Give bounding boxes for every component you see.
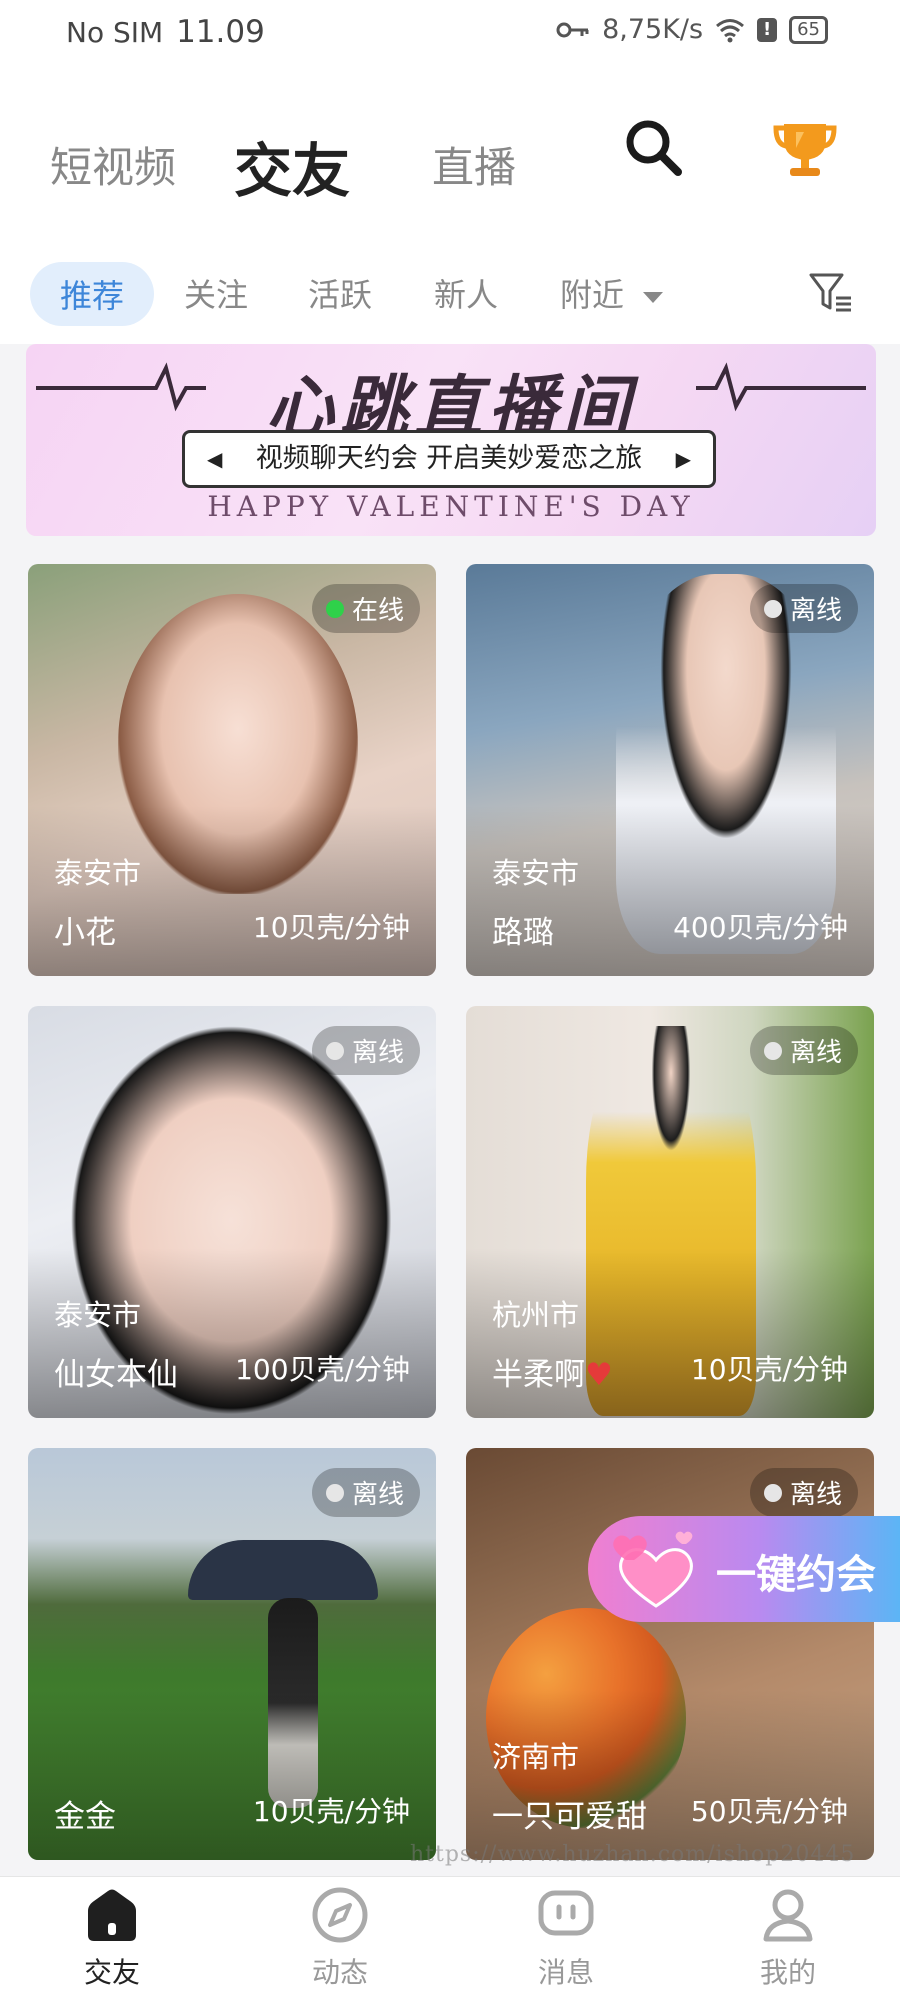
umbrella-photo	[188, 1540, 378, 1600]
nav-label: 动态	[311, 1956, 368, 1989]
top-header: 短视频 交友 直播 推荐 关注 活跃 新人 附近	[0, 64, 900, 344]
user-card[interactable]: 离线 金金 10贝壳/分钟	[28, 1448, 436, 1860]
tab-live[interactable]: 直播	[432, 134, 516, 195]
subtab-nearby[interactable]: 附近	[560, 270, 664, 316]
status-dot-icon	[325, 599, 344, 618]
status-dot-icon	[325, 1041, 344, 1060]
tab-dating[interactable]: 交友	[234, 124, 350, 208]
card-city: 济南市	[492, 1740, 580, 1774]
triangle-left-icon: ◀	[207, 447, 223, 471]
chat-icon	[538, 1890, 594, 1936]
tab-short-video[interactable]: 短视频	[50, 134, 176, 195]
battery-icon: 65	[789, 15, 828, 44]
card-price: 10贝壳/分钟	[690, 1353, 848, 1386]
nav-item-messages[interactable]: 消息	[496, 1885, 636, 1991]
user-card[interactable]: 在线 泰安市 小花 10贝壳/分钟	[28, 564, 436, 976]
status-dot-icon	[763, 1041, 782, 1060]
offline-status-badge: 离线	[311, 1468, 420, 1517]
user-icon	[763, 1889, 813, 1942]
clock-text: 11.09	[176, 14, 265, 50]
alert-icon: !	[757, 17, 778, 42]
key-icon	[556, 22, 589, 37]
quick-date-label: 一键约会	[716, 1552, 876, 1598]
carrier-text: No SIM	[66, 16, 164, 49]
card-city: 杭州市	[492, 1298, 580, 1332]
card-name: 金金	[54, 1799, 116, 1835]
nav-item-dating[interactable]: 交友	[42, 1885, 182, 1991]
banner-subtitle: HAPPY VALENTINE'S DAY	[207, 490, 695, 523]
offline-status-badge: 离线	[749, 1468, 858, 1517]
search-icon[interactable]	[622, 116, 686, 180]
card-price: 50贝壳/分钟	[690, 1795, 848, 1828]
nav-label: 消息	[537, 1956, 594, 1989]
banner-pill: ◀ 视频聊天约会 开启美妙爱恋之旅 ▶	[182, 430, 716, 488]
home-icon	[88, 1889, 136, 1941]
heart-icon: ♥	[585, 1357, 613, 1393]
triangle-right-icon: ▶	[675, 447, 691, 471]
user-card[interactable]: 离线 泰安市 仙女本仙 100贝壳/分钟	[28, 1006, 436, 1418]
status-label: 离线	[789, 1480, 842, 1510]
status-label: 离线	[789, 1038, 842, 1068]
wifi-icon	[716, 18, 745, 42]
offline-status-badge: 离线	[749, 1026, 858, 1075]
card-price: 400贝壳/分钟	[673, 911, 848, 944]
nav-item-moments[interactable]: 动态	[270, 1885, 410, 1991]
bottom-navbar: 交友 动态 消息 我的	[0, 1876, 900, 2001]
card-name: 一只可爱甜	[492, 1799, 647, 1835]
user-card[interactable]: 离线 济南市 一只可爱甜 50贝壳/分钟	[466, 1448, 874, 1860]
user-card[interactable]: 离线 泰安市 路璐 400贝壳/分钟	[466, 564, 874, 976]
status-label: 离线	[789, 596, 842, 626]
card-name: 路璐	[492, 915, 554, 951]
card-name: 半柔啊♥	[492, 1349, 613, 1394]
network-speed: 8,75K/s	[602, 14, 704, 45]
filter-icon[interactable]	[808, 270, 854, 316]
compass-icon	[312, 1887, 368, 1943]
card-name-text: 半柔啊	[492, 1357, 585, 1393]
user-card[interactable]: 离线 杭州市 半柔啊♥ 10贝壳/分钟	[466, 1006, 874, 1418]
status-dot-icon	[325, 1483, 344, 1502]
status-bar: No SIM 11.09 8,75K/s ! 65	[0, 0, 900, 64]
trophy-icon[interactable]	[770, 114, 840, 184]
hearts-icon	[613, 1531, 693, 1608]
subtab-nearby-label: 附近	[560, 276, 625, 314]
card-city: 泰安市	[54, 1298, 142, 1332]
status-label: 离线	[351, 1038, 404, 1068]
nav-item-profile[interactable]: 我的	[718, 1885, 858, 1991]
offline-status-badge: 离线	[311, 1026, 420, 1075]
card-city: 泰安市	[492, 856, 580, 890]
caret-down-icon	[643, 292, 664, 303]
status-right: 8,75K/s ! 65	[556, 14, 828, 45]
status-left: No SIM 11.09	[66, 14, 265, 50]
nav-label: 我的	[759, 1956, 816, 1989]
subtab-recommend[interactable]: 推荐	[30, 262, 155, 326]
status-dot-icon	[763, 599, 782, 618]
status-dot-icon	[763, 1483, 782, 1502]
subtab-new[interactable]: 新人	[434, 270, 498, 316]
status-label: 离线	[351, 1480, 404, 1510]
card-name: 小花	[54, 915, 116, 951]
nav-label: 交友	[83, 1956, 140, 1989]
online-status-badge: 在线	[311, 584, 420, 633]
banner-pill-text: 视频聊天约会 开启美妙爱恋之旅	[255, 443, 643, 474]
card-price: 100贝壳/分钟	[235, 1353, 410, 1386]
subtab-active[interactable]: 活跃	[308, 270, 372, 316]
subtab-follow[interactable]: 关注	[184, 270, 248, 316]
card-price: 10贝壳/分钟	[252, 911, 410, 944]
card-name: 仙女本仙	[54, 1357, 178, 1393]
card-city: 泰安市	[54, 856, 142, 890]
promo-banner[interactable]: 心跳直播间 ◀ 视频聊天约会 开启美妙爱恋之旅 ▶ HAPPY VALENTIN…	[26, 344, 876, 536]
card-price: 10贝壳/分钟	[252, 1795, 410, 1828]
status-label: 在线	[351, 596, 404, 626]
quick-date-button[interactable]: 一键约会	[588, 1516, 900, 1622]
offline-status-badge: 离线	[749, 584, 858, 633]
watermark-text: https://www.huzhan.com/ishop20445	[410, 1842, 856, 1867]
